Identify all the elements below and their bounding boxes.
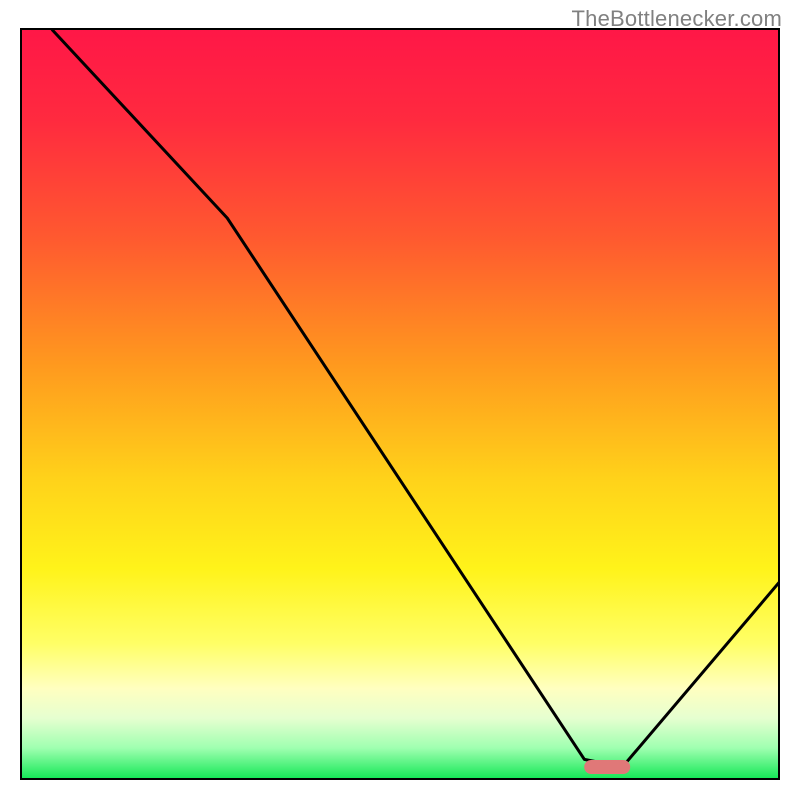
plot-area xyxy=(20,28,780,780)
plot-box xyxy=(20,28,780,780)
bottleneck-curve xyxy=(22,30,780,780)
chart-container: TheBottlenecker.com xyxy=(0,0,800,800)
optimal-marker xyxy=(584,760,630,774)
